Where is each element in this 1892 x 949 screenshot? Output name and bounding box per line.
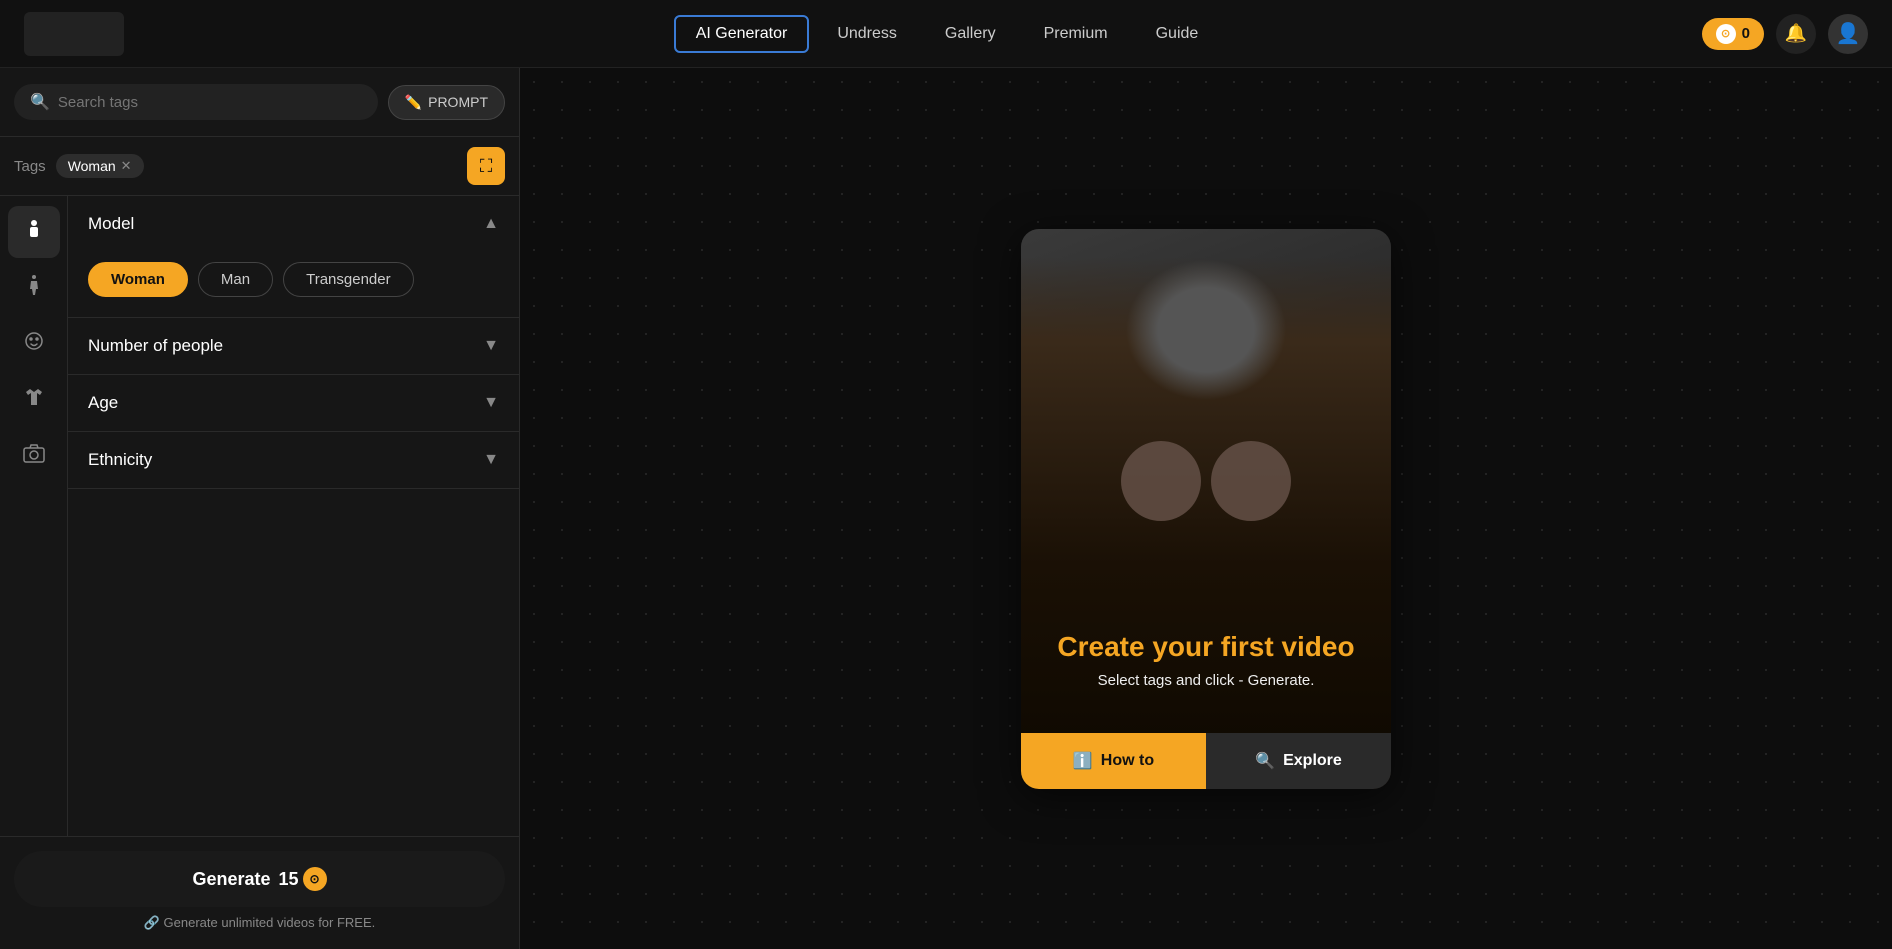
filter-section-ethnicity: Ethnicity ▼ [68, 432, 519, 489]
generate-cost-number: 15 [279, 869, 299, 890]
tag-woman: Woman ✕ [56, 154, 144, 178]
chevron-up-icon: ▲ [483, 215, 499, 233]
nav-guide[interactable]: Guide [1136, 17, 1219, 51]
side-icon-person[interactable] [8, 206, 60, 258]
tags-label: Tags [14, 158, 46, 175]
side-icon-camera[interactable] [8, 430, 60, 482]
filter-age-label: Age [88, 393, 118, 413]
filter-section-age: Age ▼ [68, 375, 519, 432]
prompt-button[interactable]: ✏️ PROMPT [388, 85, 505, 120]
navbar-right: ⊙ 0 🔔 👤 [1702, 14, 1868, 54]
filter-header-model[interactable]: Model ▲ [68, 196, 519, 252]
model-options: Woman Man Transgender [88, 262, 499, 297]
info-icon: ℹ️ [1073, 751, 1093, 771]
filter-number-of-people-label: Number of people [88, 336, 223, 356]
side-icons [0, 196, 68, 836]
navbar-logo [24, 12, 124, 56]
search-input[interactable] [58, 94, 362, 111]
model-opt-man[interactable]: Man [198, 262, 273, 297]
pencil-icon: ✏️ [405, 94, 422, 111]
user-avatar-button[interactable]: 👤 [1828, 14, 1868, 54]
card-actions: ℹ️ How to 🔍 Explore [1021, 733, 1391, 789]
tag-woman-remove[interactable]: ✕ [121, 158, 132, 174]
search-input-wrap: 🔍 [14, 84, 378, 120]
person-icon [22, 217, 46, 247]
nav-ai-generator[interactable]: AI Generator [674, 15, 810, 53]
filter-header-age[interactable]: Age ▼ [68, 375, 519, 431]
filter-header-ethnicity[interactable]: Ethnicity ▼ [68, 432, 519, 488]
bell-icon: 🔔 [1785, 23, 1807, 44]
clothing-icon [22, 385, 46, 415]
coin-icon: ⊙ [1716, 24, 1736, 44]
navbar-links: AI Generator Undress Gallery Premium Gui… [674, 15, 1219, 53]
generate-label: Generate [192, 869, 270, 890]
search-bar: 🔍 ✏️ PROMPT [0, 68, 519, 137]
content-area: Model ▲ Woman Man Transgender Number [0, 196, 519, 836]
navbar: AI Generator Undress Gallery Premium Gui… [0, 0, 1892, 68]
chevron-down-icon-people: ▼ [483, 337, 499, 355]
chevron-down-icon-age: ▼ [483, 394, 499, 412]
coin-badge[interactable]: ⊙ 0 [1702, 18, 1764, 50]
tags-row: Tags Woman ✕ ⛶ [0, 137, 519, 196]
explore-label: Explore [1283, 752, 1342, 770]
tags-chips: Woman ✕ [56, 154, 467, 178]
side-icon-clothing[interactable] [8, 374, 60, 426]
censor-circle-left [1121, 441, 1201, 521]
explore-button[interactable]: 🔍 Explore [1206, 733, 1391, 789]
nav-undress[interactable]: Undress [817, 17, 917, 51]
explore-search-icon: 🔍 [1255, 751, 1275, 771]
censor-circle-right [1211, 441, 1291, 521]
side-icon-body[interactable] [8, 262, 60, 314]
filter-body-model: Woman Man Transgender [68, 252, 519, 317]
model-opt-transgender[interactable]: Transgender [283, 262, 414, 297]
unlimited-text: Generate unlimited videos for FREE. [164, 915, 376, 930]
cost-badge-icon: ⊙ [303, 867, 327, 891]
notification-button[interactable]: 🔔 [1776, 14, 1816, 54]
how-to-label: How to [1101, 752, 1154, 770]
overlay-subtitle: Select tags and click - Generate. [1041, 672, 1371, 689]
expand-button[interactable]: ⛶ [467, 147, 505, 185]
tag-woman-label: Woman [68, 158, 116, 174]
main-content: Create your first video Select tags and … [520, 68, 1892, 949]
sidebar: 🔍 ✏️ PROMPT Tags Woman ✕ ⛶ [0, 68, 520, 949]
chevron-down-icon-ethnicity: ▼ [483, 451, 499, 469]
link-icon: 🔗 [144, 915, 160, 930]
how-to-button[interactable]: ℹ️ How to [1021, 733, 1206, 789]
censored-overlay [1121, 441, 1291, 521]
generate-area: Generate 15 ⊙ 🔗 Generate unlimited video… [0, 836, 519, 949]
video-card: Create your first video Select tags and … [1021, 229, 1391, 789]
filter-section-model: Model ▲ Woman Man Transgender [68, 196, 519, 318]
filter-panel: Model ▲ Woman Man Transgender Number [68, 196, 519, 836]
filter-ethnicity-label: Ethnicity [88, 450, 152, 470]
camera-icon [22, 441, 46, 471]
side-icon-face[interactable] [8, 318, 60, 370]
nav-premium[interactable]: Premium [1024, 17, 1128, 51]
filter-model-label: Model [88, 214, 134, 234]
video-card-image: Create your first video Select tags and … [1021, 229, 1391, 789]
face-icon [22, 329, 46, 359]
filter-header-number-of-people[interactable]: Number of people ▼ [68, 318, 519, 374]
unlimited-link[interactable]: 🔗 Generate unlimited videos for FREE. [14, 907, 505, 939]
coin-count: 0 [1742, 25, 1750, 42]
overlay-title: Create your first video [1041, 630, 1371, 664]
generate-cost: 15 ⊙ [279, 867, 327, 891]
overlay-text: Create your first video Select tags and … [1021, 630, 1391, 689]
model-opt-woman[interactable]: Woman [88, 262, 188, 297]
body-icon [22, 273, 46, 303]
main-layout: 🔍 ✏️ PROMPT Tags Woman ✕ ⛶ [0, 68, 1892, 949]
search-icon: 🔍 [30, 92, 50, 112]
filter-section-number-of-people: Number of people ▼ [68, 318, 519, 375]
generate-button[interactable]: Generate 15 ⊙ [14, 851, 505, 907]
expand-icon: ⛶ [480, 156, 493, 177]
nav-gallery[interactable]: Gallery [925, 17, 1016, 51]
prompt-label: PROMPT [428, 94, 488, 110]
user-icon: 👤 [1836, 21, 1861, 46]
